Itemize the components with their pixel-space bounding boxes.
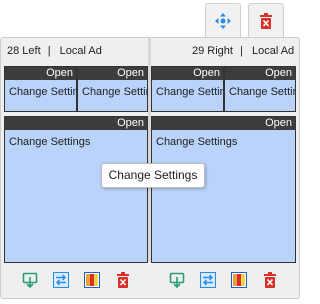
- right-slot-number: 29 Right: [192, 45, 233, 57]
- delete-top-button[interactable]: [248, 3, 284, 37]
- right-slot-header: 29 Right | Local Ad: [192, 44, 294, 58]
- color-layout-icon[interactable]: [84, 272, 100, 288]
- change-settings-tooltip: Change Settings: [101, 163, 205, 188]
- tv-flip-icon[interactable]: [169, 272, 185, 288]
- left-top-left-cell[interactable]: Open Change Settings: [4, 66, 77, 112]
- right-top-right-cell[interactable]: Open Change Settings: [224, 66, 296, 112]
- move-arrows-icon: [215, 12, 231, 29]
- right-top-left-cell[interactable]: Open Change Settings: [151, 66, 224, 112]
- open-button[interactable]: Open: [152, 117, 295, 130]
- swap-icon[interactable]: [53, 272, 69, 288]
- change-settings-label[interactable]: Change Settings: [225, 80, 295, 98]
- open-button[interactable]: Open: [5, 117, 147, 130]
- trash-icon[interactable]: [262, 272, 278, 288]
- change-settings-label[interactable]: Change Settings: [5, 130, 147, 148]
- open-button[interactable]: Open: [152, 67, 223, 80]
- color-layout-icon[interactable]: [231, 272, 247, 288]
- change-settings-label[interactable]: Change Settings: [78, 80, 147, 98]
- open-button[interactable]: Open: [78, 67, 147, 80]
- change-settings-label[interactable]: Change Settings: [5, 80, 76, 98]
- left-slot-header: 28 Left | Local Ad: [7, 44, 102, 58]
- open-button[interactable]: Open: [5, 67, 76, 80]
- left-slot-separator: |: [47, 45, 51, 57]
- left-top-right-cell[interactable]: Open Change Settings: [77, 66, 148, 112]
- open-button[interactable]: Open: [225, 67, 295, 80]
- trash-icon[interactable]: [115, 272, 131, 288]
- change-settings-label[interactable]: Change Settings: [152, 130, 295, 148]
- change-settings-label[interactable]: Change Settings: [152, 80, 223, 98]
- left-slot-ad-type: Local Ad: [59, 45, 102, 57]
- right-slot-separator: |: [240, 45, 243, 57]
- trash-icon: [260, 12, 272, 29]
- swap-icon[interactable]: [200, 272, 216, 288]
- left-bottom-cell[interactable]: Open Change Settings: [4, 116, 148, 263]
- right-slot-ad-type: Local Ad: [251, 45, 295, 57]
- tv-flip-icon[interactable]: [22, 272, 38, 288]
- right-bottom-cell[interactable]: Open Change Settings: [151, 116, 296, 263]
- left-slot-number: 28 Left: [7, 45, 41, 57]
- move-button[interactable]: [205, 3, 241, 37]
